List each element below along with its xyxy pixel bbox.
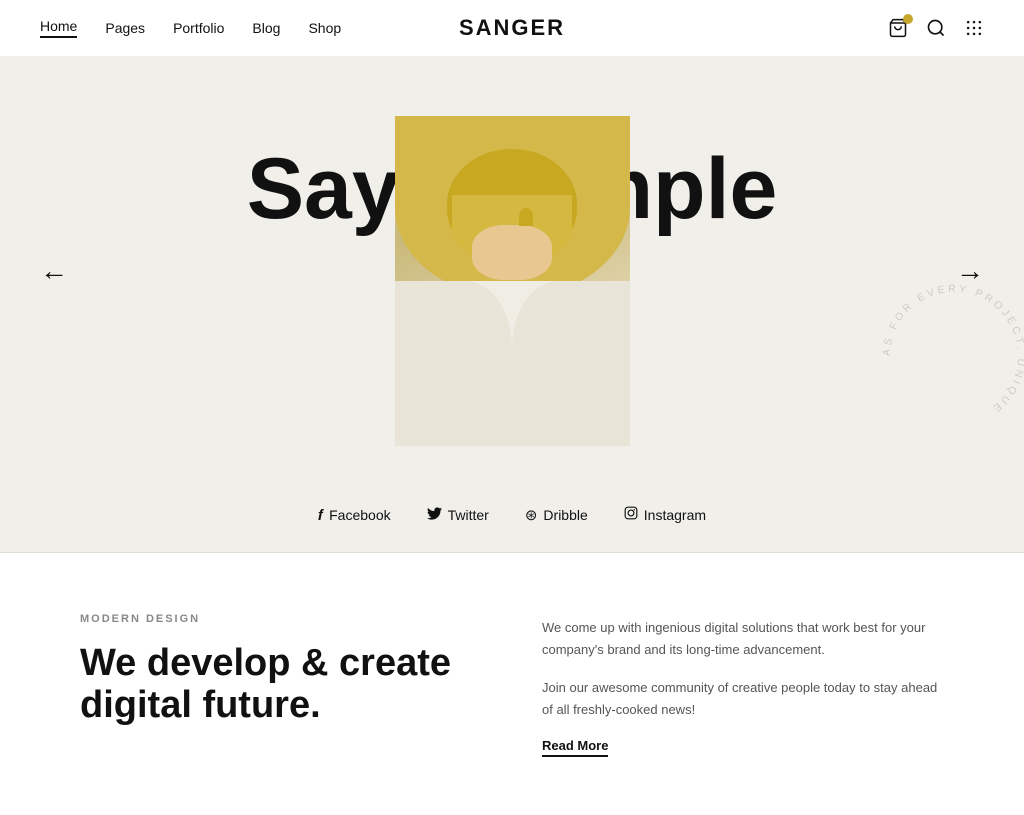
cart-badge [903,14,913,24]
twitter-label: Twitter [448,507,489,523]
social-bar: 𝒇 Facebook Twitter ⊛ Dribble Instagram [0,486,1024,553]
social-facebook[interactable]: 𝒇 Facebook [318,506,391,524]
shoulder-right [512,281,630,446]
hero-section: Say a Simple Hello! ← → AS FOR EVERY PRO… [0,56,1024,486]
nav-pages[interactable]: Pages [105,20,145,36]
nav-portfolio[interactable]: Portfolio [173,20,224,36]
nav-home[interactable]: Home [40,18,77,38]
social-dribble[interactable]: ⊛ Dribble [525,506,588,524]
navbar: Home Pages Portfolio Blog Shop SANGER [0,0,1024,56]
section-para2: Join our awesome community of creative p… [542,677,944,721]
read-more-link[interactable]: Read More [542,738,608,757]
section-para1: We come up with ingenious digital soluti… [542,617,944,661]
svg-text:AS FOR EVERY PROJECT. UNIQUE: AS FOR EVERY PROJECT. UNIQUE [882,284,1024,424]
nav-shop[interactable]: Shop [308,20,341,36]
content-section: MODERN DESIGN We develop & create digita… [0,553,1024,815]
nav-blog[interactable]: Blog [252,20,280,36]
facebook-label: Facebook [329,507,390,523]
twitter-icon [427,507,442,524]
section-heading: We develop & create digital future. [80,643,482,727]
hair-pin [519,208,533,226]
cart-button[interactable] [888,18,908,38]
section-tag: MODERN DESIGN [80,613,482,625]
site-logo[interactable]: SANGER [459,15,565,41]
section-right: We come up with ingenious digital soluti… [542,613,944,755]
rotating-text: AS FOR EVERY PROJECT. UNIQUE [874,276,1024,436]
search-button[interactable] [926,18,946,38]
social-instagram[interactable]: Instagram [624,506,706,524]
nav-actions [888,18,984,38]
grid-button[interactable] [964,18,984,38]
shoulder-left [395,281,513,446]
face-area [472,225,552,280]
nav-links: Home Pages Portfolio Blog Shop [40,18,341,38]
hero-image [395,116,630,446]
dribble-label: Dribble [543,507,587,523]
dribble-icon: ⊛ [525,506,538,524]
section-left: MODERN DESIGN We develop & create digita… [80,613,482,755]
instagram-icon [624,506,638,524]
hero-arrow-left[interactable]: ← [40,255,68,287]
hero-arrow-right[interactable]: → [956,255,984,287]
social-twitter[interactable]: Twitter [427,506,489,524]
instagram-label: Instagram [644,507,706,523]
facebook-icon: 𝒇 [318,507,323,524]
